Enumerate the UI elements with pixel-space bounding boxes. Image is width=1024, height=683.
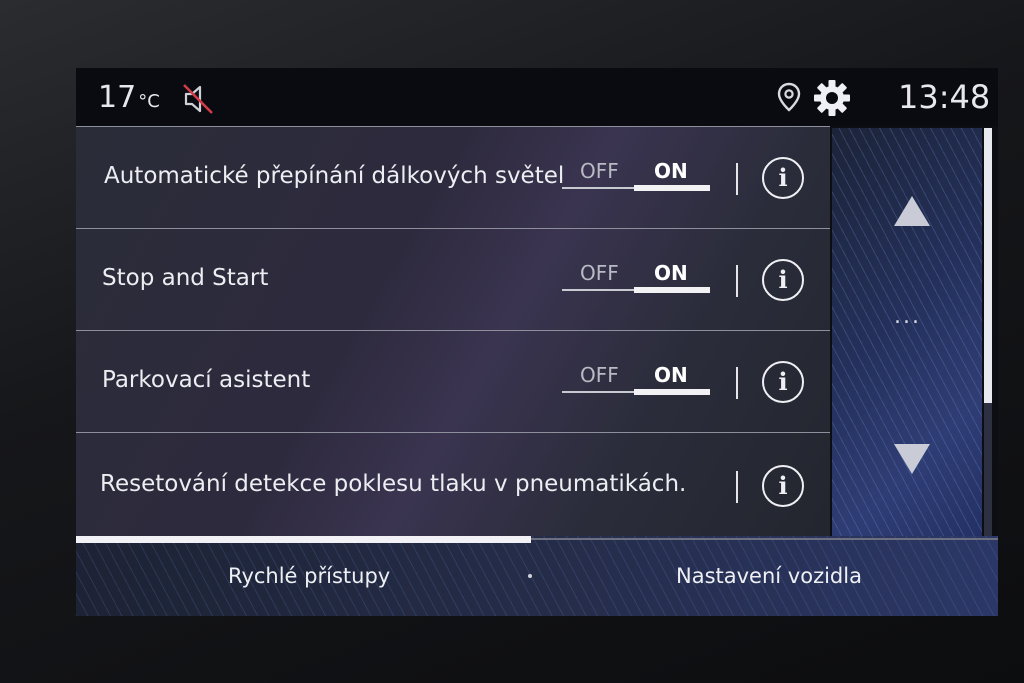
setting-row-parking-assist: Parkovací asistent OFF ON i [76,330,830,432]
infotainment-screen: 17 °C 13:48 Automatické přepínání dálkov… [76,68,998,616]
divider [736,265,738,297]
setting-label: Automatické přepínání dálkových světel [104,163,565,189]
toggle-off-label: OFF [580,261,619,285]
toggle-track [562,289,634,291]
tab-quick-access[interactable]: Rychlé přístupy [228,564,390,588]
toggle-active-indicator [634,287,710,293]
setting-label: Parkovací asistent [102,367,311,393]
scroll-down-arrow-icon[interactable] [894,444,930,474]
clock: 13:48 [898,78,991,116]
setting-row-stop-start: Stop and Start OFF ON i [76,228,830,330]
setting-row-high-beam: Automatické přepínání dálkových světel O… [76,126,830,228]
info-icon[interactable]: i [762,259,804,301]
active-tab-indicator [76,536,531,543]
toggle-off-label: OFF [580,159,619,183]
temperature-value: 17 [98,80,137,115]
scroll-up-arrow-icon[interactable] [894,196,930,226]
outside-temperature: 17 °C [98,80,160,115]
scrollbar-thumb[interactable] [984,128,992,403]
divider [736,367,738,399]
setting-row-tire-pressure-reset[interactable]: Resetování detekce poklesu tlaku v pneum… [76,432,830,537]
toggle-on-label: ON [654,363,688,387]
toggle-on-label: ON [654,159,688,183]
toggle-active-indicator [634,185,710,191]
more-indicator: ... [894,304,921,329]
setting-label: Stop and Start [102,265,269,291]
divider [736,163,738,195]
temperature-unit: °C [138,91,160,112]
tab-vehicle-settings[interactable]: Nastavení vozidla [676,564,862,588]
info-icon[interactable]: i [762,157,804,199]
tab-separator-dot [528,574,532,578]
info-icon[interactable]: i [762,465,804,507]
toggle-track [562,391,634,393]
divider [736,471,738,503]
bottom-tab-bar: Rychlé přístupy Nastavení vozidla [76,536,998,616]
info-icon[interactable]: i [762,361,804,403]
toggle-track [562,187,634,189]
mute-icon[interactable] [182,82,216,116]
settings-list: Automatické přepínání dálkových světel O… [76,126,830,537]
scroll-panel: ... [832,128,982,538]
tab-indicator-track [531,538,998,540]
stop-start-toggle[interactable]: OFF ON [562,261,710,301]
status-bar: 17 °C 13:48 [76,68,998,126]
toggle-on-label: ON [654,261,688,285]
location-icon[interactable] [776,82,802,112]
high-beam-toggle[interactable]: OFF ON [562,159,710,199]
gear-icon[interactable] [812,78,852,118]
toggle-active-indicator [634,389,710,395]
toggle-off-label: OFF [580,363,619,387]
setting-label: Resetování detekce poklesu tlaku v pneum… [100,471,687,497]
parking-assist-toggle[interactable]: OFF ON [562,363,710,403]
